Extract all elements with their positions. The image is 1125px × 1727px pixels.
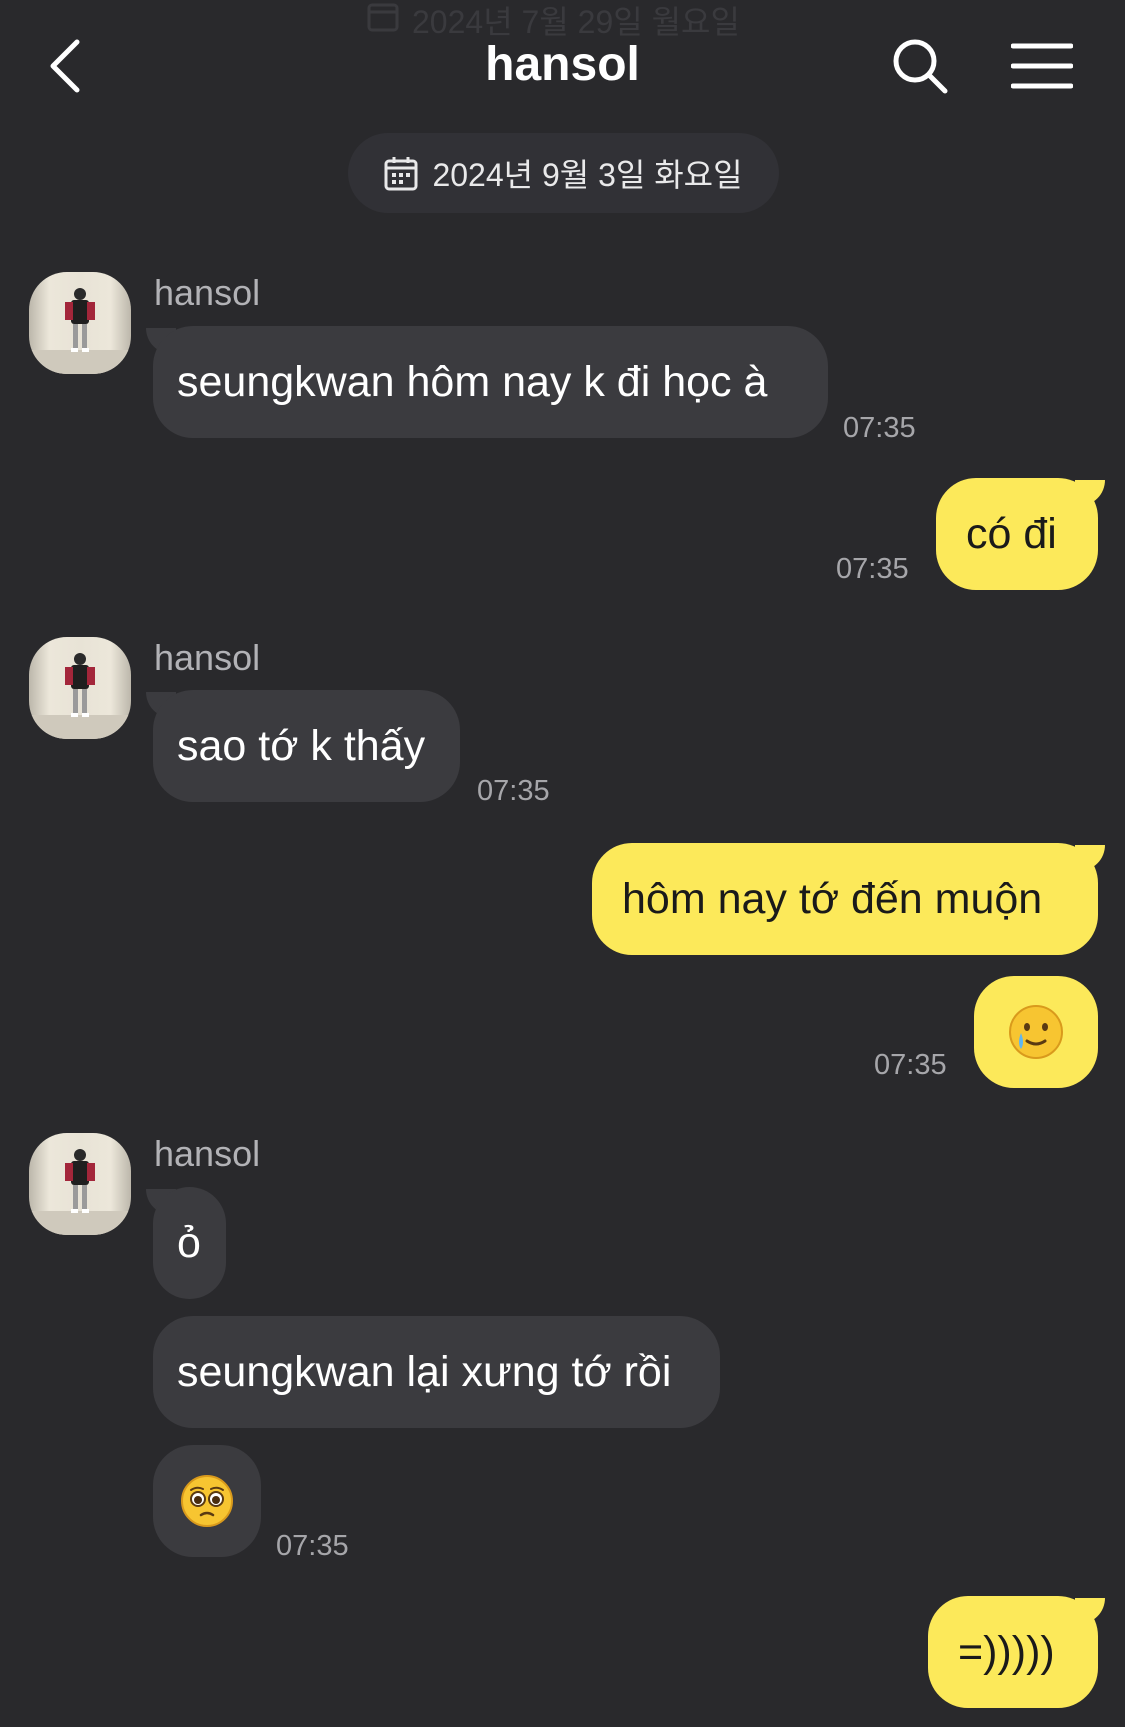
search-button[interactable] (890, 36, 950, 96)
message-bubble-outgoing[interactable]: có đi (936, 478, 1098, 590)
message-bubble-outgoing[interactable] (974, 976, 1098, 1088)
menu-icon (1011, 43, 1073, 89)
sender-name: hansol (154, 272, 261, 313)
message-time: 07:35 (843, 412, 916, 444)
search-icon (893, 39, 948, 94)
message-time: 07:35 (836, 553, 909, 585)
message-bubble-incoming[interactable] (153, 1445, 261, 1557)
crying-smile-emoji (1009, 1005, 1063, 1059)
message-time: 07:35 (874, 1049, 947, 1081)
message-bubble-incoming[interactable]: seungkwan lại xưng tớ rồi (153, 1316, 720, 1428)
avatar[interactable] (29, 272, 131, 374)
message-time: 07:35 (477, 775, 550, 807)
date-divider: 2024년 9월 3일 화요일 (348, 133, 779, 213)
menu-button[interactable] (1010, 38, 1074, 94)
message-bubble-outgoing[interactable]: =))))) (928, 1596, 1098, 1708)
avatar[interactable] (29, 1133, 131, 1235)
message-bubble-incoming[interactable]: sao tớ k thấy (153, 690, 460, 802)
chat-title: hansol (485, 38, 640, 91)
calendar-icon (384, 157, 418, 191)
message-bubble-incoming[interactable]: ỏ (153, 1187, 226, 1299)
pleading-face-emoji (181, 1475, 233, 1527)
message-time: 07:35 (276, 1530, 349, 1562)
sender-name: hansol (154, 637, 261, 678)
message-bubble-outgoing[interactable]: hôm nay tớ đến muộn (592, 843, 1098, 955)
sender-name: hansol (154, 1133, 261, 1174)
message-bubble-incoming[interactable]: seungkwan hôm nay k đi học à (153, 326, 828, 438)
avatar[interactable] (29, 637, 131, 739)
